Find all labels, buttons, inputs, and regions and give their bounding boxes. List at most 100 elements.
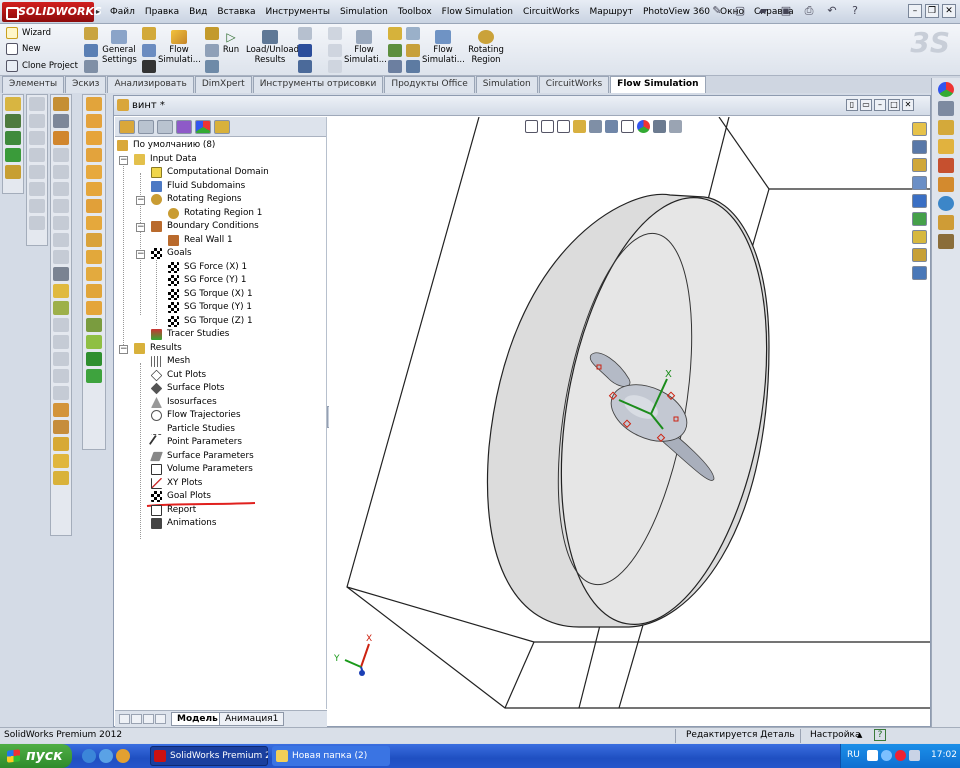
flow-tool-icon[interactable] (388, 60, 402, 73)
toolbar-tool-icon[interactable] (53, 437, 69, 451)
undo-icon[interactable]: ↶ (823, 3, 841, 19)
custom-properties-icon[interactable] (938, 215, 954, 230)
tree-item-input-data[interactable]: Input Data (134, 153, 197, 166)
tree-item-point-parameters[interactable]: Point Parameters (148, 434, 242, 451)
tree-item-particle-studies[interactable]: Particle Studies (151, 423, 235, 436)
view-settings-icon[interactable] (669, 120, 682, 133)
tree-item-surface-plots[interactable]: Surface Plots (150, 382, 224, 395)
dimxpert-tab-icon[interactable] (176, 120, 192, 134)
clone-project-button[interactable]: Clone Project (6, 60, 78, 72)
toolbar-tool-icon[interactable] (86, 369, 102, 383)
print-icon[interactable]: ⎙ (800, 3, 818, 19)
flow-tool-icon[interactable] (298, 27, 312, 40)
section-view-icon[interactable] (573, 120, 586, 133)
help-icon[interactable]: ? (846, 3, 864, 19)
save-icon[interactable]: ▣ (777, 3, 795, 19)
flow-simulation-button-2[interactable]: Flow Simulati... (344, 30, 387, 65)
toolbar-tool-icon[interactable] (29, 148, 45, 162)
flow-tool-icon[interactable] (205, 27, 219, 40)
toolbar-tool-icon[interactable] (53, 301, 69, 315)
tree-item-goal[interactable]: SG Torque (Y) 1 (168, 301, 252, 314)
menu-tools[interactable]: Инструменты (261, 0, 335, 24)
toolbar-tool-icon[interactable] (29, 165, 45, 179)
toolbar-tool-icon[interactable] (53, 369, 69, 383)
tree-item-rotating-regions[interactable]: Rotating Regions (151, 193, 242, 206)
tray-shield-icon[interactable] (895, 750, 906, 761)
toolbar-tool-icon[interactable] (5, 148, 21, 162)
solidworks-logo[interactable]: SOLIDWORKS (2, 2, 102, 22)
general-settings-button[interactable]: General Settings (102, 30, 137, 65)
toolbar-tool-icon[interactable] (53, 131, 69, 145)
toolbar-tool-icon[interactable] (86, 199, 102, 213)
flow-simulation-button-3[interactable]: Flow Simulati... (422, 30, 465, 65)
tree-item-goal[interactable]: SG Torque (Z) 1 (168, 315, 253, 328)
tree-item-goal[interactable]: SG Force (Y) 1 (168, 274, 246, 287)
toolbar-tool-icon[interactable] (53, 148, 69, 162)
toolbar-tool-icon[interactable] (86, 335, 102, 349)
flow-tool-icon[interactable] (205, 44, 219, 57)
tree-item-flow-trajectories[interactable]: Flow Trajectories (151, 409, 241, 422)
toolbar-tool-icon[interactable] (53, 454, 69, 468)
flow-tool-icon[interactable] (84, 60, 98, 73)
toolbar-tool-icon[interactable] (86, 301, 102, 315)
toolbar-tool-icon[interactable] (86, 284, 102, 298)
toolbar-tool-icon[interactable] (29, 114, 45, 128)
scene-icon[interactable] (938, 196, 954, 211)
tree-item-mesh[interactable]: Mesh (151, 355, 190, 368)
tree-item-tracer-studies[interactable]: Tracer Studies (151, 328, 229, 341)
collapse-input-data-icon[interactable]: − (119, 156, 128, 165)
tree-item-boundary-conditions[interactable]: Boundary Conditions (151, 220, 259, 233)
volume-icon[interactable] (909, 750, 920, 761)
toolbar-tool-icon[interactable] (53, 250, 69, 264)
zoom-to-area-icon[interactable] (541, 120, 554, 133)
flow-tool-icon[interactable] (205, 60, 219, 73)
menu-view[interactable]: Вид (184, 0, 212, 24)
close-icon[interactable]: ✕ (942, 4, 956, 18)
toolbar-tool-icon[interactable] (86, 352, 102, 366)
toolbar-tool-icon[interactable] (86, 250, 102, 264)
file-explorer-icon[interactable] (938, 139, 954, 154)
menu-circuitworks[interactable]: CircuitWorks (518, 0, 584, 24)
flow-side-tool-icon[interactable] (912, 230, 927, 244)
flow-tool-icon[interactable] (298, 60, 312, 73)
wizard-button[interactable]: Wizard (6, 27, 51, 39)
next-tab-icon[interactable] (143, 714, 154, 724)
tree-item-real-wall-1[interactable]: Real Wall 1 (168, 234, 233, 247)
tab-flow-simulation[interactable]: Flow Simulation (610, 76, 706, 93)
toolbar-tool-icon[interactable] (53, 335, 69, 349)
flow-side-tool-icon[interactable] (912, 212, 927, 226)
menu-toolbox[interactable]: Toolbox (393, 0, 437, 24)
last-tab-icon[interactable] (155, 714, 166, 724)
tab-simulation[interactable]: Simulation (475, 76, 538, 93)
flow-side-tool-icon[interactable] (912, 248, 927, 262)
toolbar-tool-icon[interactable] (29, 199, 45, 213)
feature-tree-tab-icon[interactable] (119, 120, 135, 134)
graphics-area[interactable]: X X Y (329, 117, 930, 726)
pin-icon[interactable]: ✎ (708, 3, 726, 19)
toolbar-tool-icon[interactable] (86, 267, 102, 281)
tab-animation1[interactable]: Анимация1 (219, 712, 285, 726)
prev-tab-icon[interactable] (131, 714, 142, 724)
flow-side-tool-icon[interactable] (912, 194, 927, 208)
menu-edit[interactable]: Правка (140, 0, 184, 24)
view-orientation-icon[interactable] (589, 120, 602, 133)
tree-item-results[interactable]: Results (134, 342, 182, 355)
new-document-icon[interactable]: ▢ (731, 3, 749, 19)
toolbar-tool-icon[interactable] (5, 114, 21, 128)
tree-item-isosurfaces[interactable]: Isosurfaces (151, 396, 217, 409)
toolbar-tool-icon[interactable] (53, 318, 69, 332)
menu-file[interactable]: Файл (105, 0, 140, 24)
toolbar-tool-icon[interactable] (86, 148, 102, 162)
tab-render-tools[interactable]: Инструменты отрисовки (252, 76, 384, 93)
tree-item-animations[interactable]: Animations (151, 517, 216, 530)
first-tab-icon[interactable] (119, 714, 130, 724)
flow-tool-icon[interactable] (406, 60, 420, 73)
tree-item-volume-parameters[interactable]: Volume Parameters (151, 463, 253, 476)
toolbar-tool-icon[interactable] (29, 131, 45, 145)
flow-analysis-tab-icon[interactable] (214, 120, 230, 134)
toolbar-tool-icon[interactable] (53, 403, 69, 417)
tray-help-icon[interactable] (867, 750, 878, 761)
tree-item-rotating-region-1[interactable]: Rotating Region 1 (168, 207, 262, 220)
tree-item-goal[interactable]: SG Torque (X) 1 (168, 288, 253, 301)
toolbar-tool-icon[interactable] (86, 182, 102, 196)
